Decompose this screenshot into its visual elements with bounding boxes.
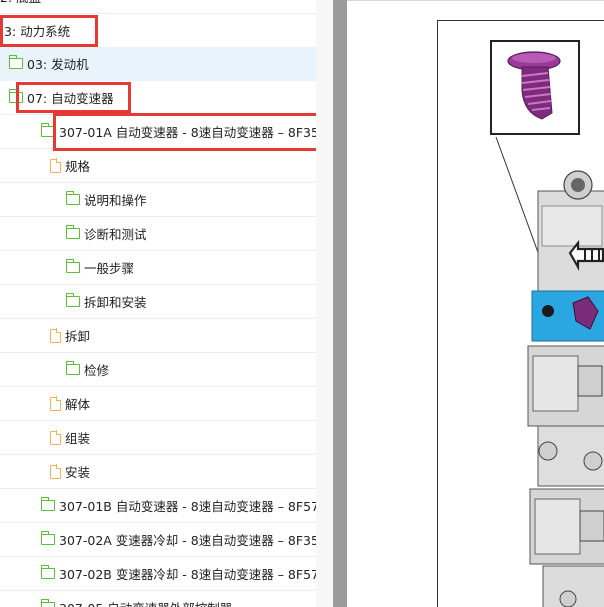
document-icon [50, 158, 62, 173]
tree-item-label: 307-01A 自动变速器 - 8速自动变速器 – 8F35/8F40 [59, 125, 316, 140]
document-icon [50, 328, 62, 343]
folder-icon [40, 497, 55, 511]
tree-item[interactable]: 一般步骤 [0, 251, 316, 285]
tree-item[interactable]: 组装 [0, 421, 316, 455]
tree-item-label: 拆卸 [65, 329, 91, 344]
viewer-top-border [347, 0, 604, 1]
tree-item[interactable]: 说明和操作 [0, 183, 316, 217]
tree-item-label: 307-02A 变速器冷却 - 8速自动变速器 – 8F35/8F40 [59, 533, 316, 548]
tree-item-label: 规格 [65, 159, 91, 174]
tree-item-label: 组装 [65, 431, 91, 446]
tree-item-label: 拆卸和安装 [84, 295, 147, 310]
tree-item-label: 307-05 自动变速器外部控制器 [59, 598, 232, 607]
valve-body-housing [527, 170, 604, 607]
tree-item[interactable]: 307-01B 自动变速器 - 8速自动变速器 – 8F57 [0, 489, 316, 523]
tree-item[interactable]: 03: 发动机 [0, 47, 316, 81]
tree-item[interactable]: 拆卸 [0, 319, 316, 353]
tree-item-label: 一般步骤 [84, 261, 135, 276]
tree-item-label: 307-02B 变速器冷却 - 8速自动变速器 – 8F57 [59, 567, 316, 582]
folder-open-icon [8, 89, 23, 103]
tree-item[interactable]: 安装 [0, 455, 316, 489]
tree-item-label: 07: 自动变速器 [27, 91, 114, 106]
folder-icon [65, 361, 80, 375]
tree-item[interactable]: 诊断和测试 [0, 217, 316, 251]
tree-item[interactable]: 检修 [0, 353, 316, 387]
tree-item[interactable]: 解体 [0, 387, 316, 421]
folder-open-icon [40, 123, 55, 137]
tree-item-label: 2: 底盘 [0, 0, 41, 6]
tree-item[interactable]: 307-05 自动变速器外部控制器 [0, 591, 316, 607]
tree-item-label: 安装 [65, 465, 91, 480]
valve-body-illustration [490, 40, 604, 607]
document-viewer [347, 0, 604, 607]
document-icon [50, 430, 62, 445]
tree-item[interactable]: 规格 [0, 149, 316, 183]
tree-item[interactable]: 拆卸和安装 [0, 285, 316, 319]
tree-item-label: 307-01B 自动变速器 - 8速自动变速器 – 8F57 [59, 499, 316, 514]
tree-item-label: 诊断和测试 [84, 227, 147, 242]
tree-item-label: 3: 动力系统 [4, 24, 71, 39]
folder-icon [40, 531, 55, 545]
folder-icon [65, 191, 80, 205]
tree-item[interactable]: 07: 自动变速器 [0, 81, 316, 115]
folder-icon [8, 55, 23, 69]
tree-scrollbar[interactable] [316, 0, 333, 607]
tree-item[interactable]: 307-01A 自动变速器 - 8速自动变速器 – 8F35/8F40 [0, 115, 316, 149]
tree-item-label: 说明和操作 [84, 193, 147, 208]
illustration-frame [437, 20, 604, 607]
tree-item[interactable]: 2: 底盘 [0, 0, 316, 14]
tree-item-label: 检修 [84, 363, 110, 378]
folder-icon [40, 565, 55, 579]
folder-icon [40, 599, 55, 607]
folder-icon [65, 293, 80, 307]
folder-icon [65, 259, 80, 273]
tree-item-label: 解体 [65, 397, 91, 412]
document-icon [50, 464, 62, 479]
tree-item-label: 03: 发动机 [27, 57, 89, 72]
navigation-tree: 2: 底盘 3: 动力系统 03: 发动机 07: 自动变速器 307-01A 自动变速… [0, 0, 333, 607]
tree-item[interactable]: 307-02B 变速器冷却 - 8速自动变速器 – 8F57 [0, 557, 316, 591]
folder-icon [65, 225, 80, 239]
pane-splitter[interactable] [333, 0, 347, 607]
tree-item[interactable]: 307-02A 变速器冷却 - 8速自动变速器 – 8F35/8F40 [0, 523, 316, 557]
tree-item[interactable]: 3: 动力系统 [0, 14, 316, 48]
document-icon [50, 396, 62, 411]
